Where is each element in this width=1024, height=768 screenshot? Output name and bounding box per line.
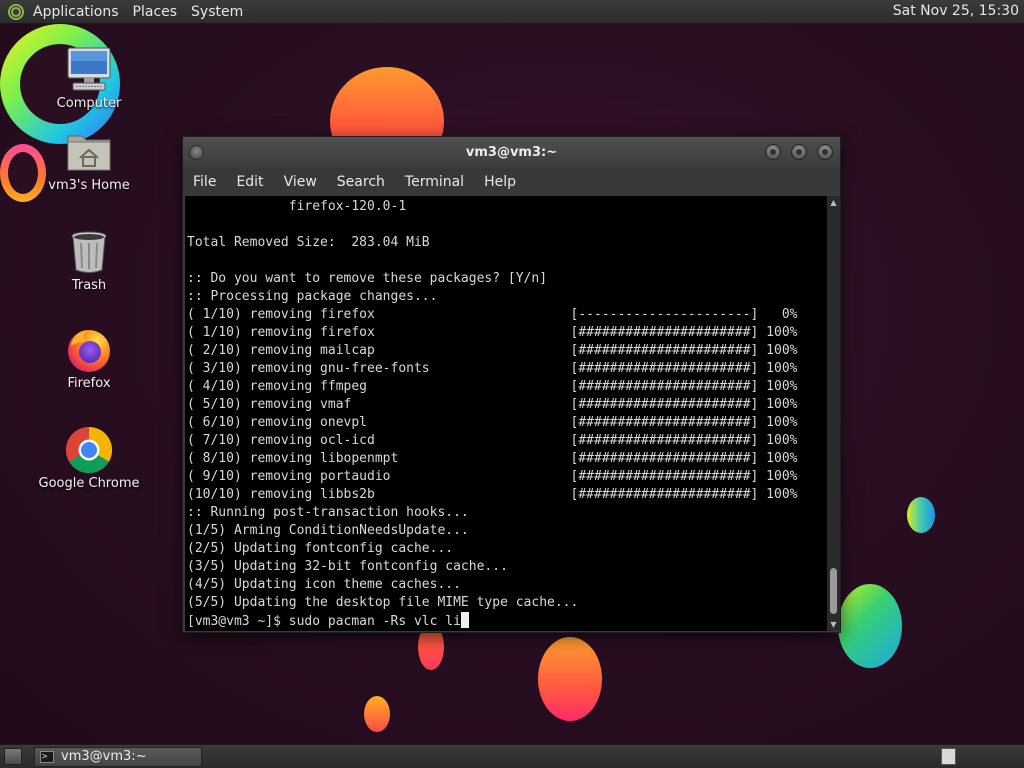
workspace-switcher[interactable] [941,748,956,765]
terminal-lines: firefox-120.0-1 Total Removed Size: 283.0… [187,198,797,630]
menu-file[interactable]: File [183,168,226,196]
menu-terminal[interactable]: Terminal [395,168,474,196]
desktop-icon-label: Computer [56,96,122,111]
decorative-orange-blob [538,637,602,721]
top-panel: Applications Places System Sat Nov 25, 1… [0,0,1024,24]
desktop-icon-label: Firefox [67,376,111,391]
computer-icon [65,46,113,94]
terminal-line: ( 1/10) removing firefox [--------------… [187,307,798,322]
desktop-icon-label: Google Chrome [38,476,140,491]
menu-help[interactable]: Help [474,168,526,196]
close-button[interactable] [817,144,833,160]
text-cursor [460,612,469,628]
menu-search[interactable]: Search [327,168,395,196]
decorative-orange-blob [364,696,390,732]
terminal-line: firefox-120.0-1 [187,199,407,214]
scrollbar-thumb[interactable] [830,568,837,614]
decorative-green-blob [838,584,902,668]
desktop-icon-label: vm3's Home [48,178,130,193]
menu-applications[interactable]: Applications [33,4,119,20]
desktop-icon-home[interactable]: vm3's Home [29,128,149,193]
taskbar-label: vm3@vm3:~ [61,749,147,764]
terminal-line: (3/5) Updating 32-bit fontconfig cache..… [187,559,508,574]
terminal-line: ( 1/10) removing firefox [##############… [187,325,798,340]
scroll-down-arrow-icon[interactable]: ▼ [827,618,840,631]
menu-places[interactable]: Places [133,4,178,20]
home-folder-icon [65,128,113,176]
menu-system[interactable]: System [191,4,243,20]
terminal-line: :: Running post-transaction hooks... [187,505,469,520]
terminal-line: ( 7/10) removing ocl-icd [##############… [187,433,798,448]
terminal-line: Total Removed Size: 283.04 MiB [187,235,430,250]
desktop-icon-trash[interactable]: Trash [29,228,149,293]
terminal-line: (4/5) Updating icon theme caches... [187,577,461,592]
window-title: vm3@vm3:~ [465,145,558,160]
scroll-up-arrow-icon[interactable]: ▲ [827,196,840,209]
terminal-prompt-line: [vm3@vm3 ~]$ sudo pacman -Rs vlc li [187,612,797,630]
terminal-line: ( 6/10) removing onevpl [###############… [187,415,798,430]
terminal-line: ( 8/10) removing libopenmpt [###########… [187,451,798,466]
terminal-line: (10/10) removing libbs2b [##############… [187,487,798,502]
terminal-window: vm3@vm3:~ File Edit View Search Terminal… [182,136,841,633]
maximize-button[interactable] [791,144,807,160]
terminal-menubar: File Edit View Search Terminal Help [183,168,840,196]
terminal-line: ( 9/10) removing portaudio [############… [187,469,798,484]
firefox-icon [65,326,113,374]
trash-icon [65,228,113,276]
desktop-icon-label: Trash [71,278,107,293]
bottom-panel: vm3@vm3:~ [0,744,1024,768]
window-titlebar[interactable]: vm3@vm3:~ [183,137,840,168]
terminal-prompt-text: [vm3@vm3 ~]$ sudo pacman -Rs vlc li [187,614,461,629]
menu-view[interactable]: View [274,168,327,196]
terminal-output[interactable]: firefox-120.0-1 Total Removed Size: 283.0… [185,196,827,631]
terminal-line: ( 4/10) removing ffmpeg [###############… [187,379,798,394]
terminal-icon [40,748,54,766]
taskbar-terminal-button[interactable]: vm3@vm3:~ [34,747,202,767]
show-desktop-button[interactable] [4,748,22,765]
window-menu-icon[interactable] [189,145,204,160]
desktop-icon-firefox[interactable]: Firefox [29,326,149,391]
desktop-icon-computer[interactable]: Computer [29,46,149,111]
terminal-line: (1/5) Arming ConditionNeedsUpdate... [187,523,469,538]
menu-edit[interactable]: Edit [226,168,273,196]
chrome-icon [65,426,113,474]
terminal-line: :: Processing package changes... [187,289,438,304]
terminal-scrollbar[interactable]: ▲ ▼ [827,196,840,631]
panel-clock[interactable]: Sat Nov 25, 15:30 [893,3,1019,19]
minimize-button[interactable] [765,144,781,160]
terminal-line: ( 5/10) removing vmaf [#################… [187,397,798,412]
terminal-line: ( 2/10) removing mailcap [##############… [187,343,798,358]
terminal-line: (2/5) Updating fontconfig cache... [187,541,454,556]
terminal-line: (5/5) Updating the desktop file MIME typ… [187,595,579,610]
terminal-line: :: Do you want to remove these packages?… [187,271,548,286]
system-menu-logo-icon[interactable] [7,2,25,21]
decorative-green-blob [907,497,935,533]
desktop-icon-chrome[interactable]: Google Chrome [29,426,149,491]
terminal-line: ( 3/10) removing gnu-free-fonts [#######… [187,361,798,376]
